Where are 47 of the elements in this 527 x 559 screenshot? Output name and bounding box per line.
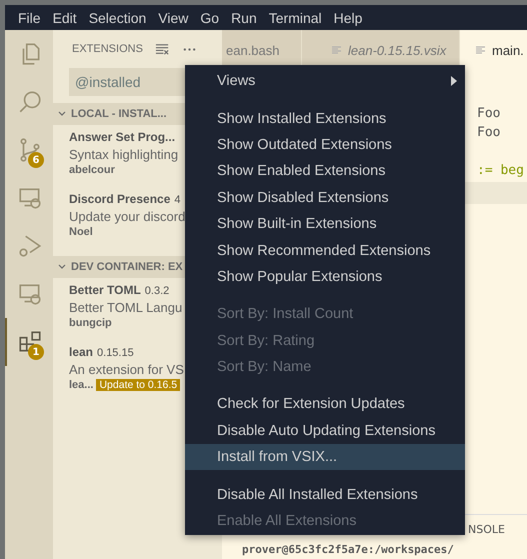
extension-publisher: Noel bbox=[69, 226, 93, 238]
section-title: DEV CONTAINER: EX bbox=[71, 261, 183, 273]
menu-item[interactable]: Show Enabled Extensions bbox=[185, 158, 465, 185]
run-debug-icon bbox=[17, 233, 43, 259]
submenu-arrow-icon bbox=[451, 76, 457, 86]
menu-item[interactable]: Disable Auto Updating Extensions bbox=[185, 418, 465, 444]
menu-bar-item[interactable]: Terminal bbox=[262, 10, 328, 26]
extension-description: Update your discord bbox=[69, 209, 186, 224]
menu-item[interactable]: Show Disabled Extensions bbox=[185, 184, 465, 211]
count-badge: 6 bbox=[28, 152, 44, 168]
menu-item[interactable]: Check for Extension Updates bbox=[185, 391, 465, 418]
count-badge: 1 bbox=[28, 344, 44, 360]
file-icon bbox=[332, 45, 342, 55]
search-icon bbox=[17, 89, 43, 115]
file-icon bbox=[476, 45, 486, 55]
menu-bar-item[interactable]: Selection bbox=[82, 10, 152, 26]
extension-version: 0.3.2 bbox=[144, 285, 170, 297]
menu-bar-item[interactable]: Go bbox=[194, 10, 226, 26]
menu-bar-item[interactable]: Help bbox=[328, 10, 368, 26]
extension-publisher: bungcip bbox=[69, 317, 112, 329]
menu-item[interactable]: Show Outdated Extensions bbox=[185, 132, 465, 158]
menu-bar-item[interactable]: Edit bbox=[46, 10, 83, 26]
section-title: LOCAL - INSTAL... bbox=[71, 108, 167, 120]
editor-tab[interactable]: main. bbox=[460, 30, 527, 70]
menu-bar-item[interactable]: File bbox=[12, 10, 47, 26]
code-line: := beg bbox=[477, 163, 525, 180]
code-line: Foo bbox=[477, 125, 502, 142]
extension-description: Syntax highlighting bbox=[69, 147, 180, 162]
sidebar-title: EXTENSIONS bbox=[72, 43, 143, 55]
extension-name: Better TOML bbox=[69, 283, 141, 297]
menu-bar-item[interactable]: View bbox=[152, 10, 194, 26]
code-line: Foo bbox=[477, 106, 502, 123]
menu-bar-item[interactable]: Run bbox=[225, 10, 263, 26]
extension-version: 0.15.15 bbox=[97, 347, 134, 359]
extension-version: 4 bbox=[174, 194, 181, 206]
extension-name: Discord Presence bbox=[69, 192, 170, 206]
extension-name: lean bbox=[69, 345, 94, 359]
terminal-line: prover@65c3fc2f5a7e:/workspaces/ bbox=[241, 543, 455, 556]
extension-name: Answer Set Prog... bbox=[69, 130, 176, 144]
menu-item[interactable]: Show Built-in Extensions bbox=[185, 210, 465, 238]
clear-list-icon[interactable] bbox=[154, 42, 170, 56]
panel-tab[interactable]: NSOLE bbox=[468, 522, 505, 536]
extension-publisher: lea... bbox=[69, 379, 94, 391]
extension-description: Better TOML Langu bbox=[69, 300, 184, 315]
menu-item[interactable]: Install from VSIX... bbox=[185, 444, 465, 470]
menu-item[interactable]: Disable All Installed Extensions bbox=[185, 481, 465, 508]
extension-publisher: abelcour bbox=[69, 164, 115, 176]
